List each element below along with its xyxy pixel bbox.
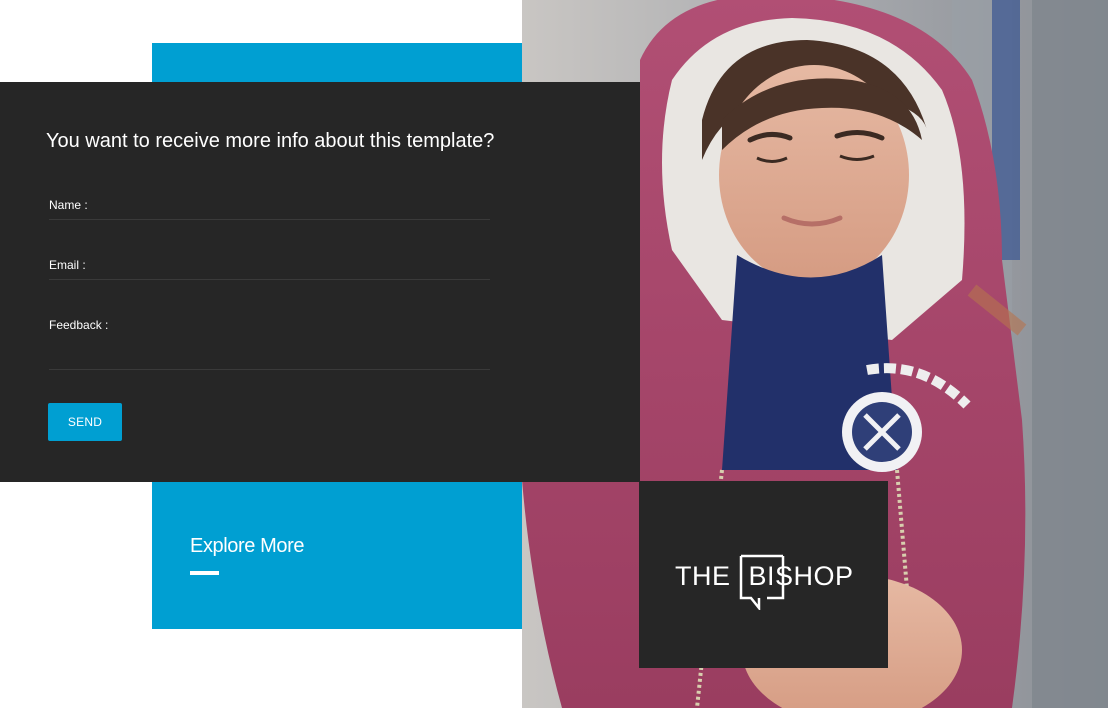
feedback-label: Feedback : (49, 318, 109, 332)
logo-word-bishop: BISHOP (739, 554, 854, 610)
feedback-textarea[interactable] (49, 336, 490, 367)
feedback-field[interactable]: Feedback : (49, 318, 490, 370)
contact-form: You want to receive more info about this… (0, 82, 640, 482)
logo-box: THE BISHOP (639, 481, 888, 668)
send-button[interactable]: SEND (48, 403, 122, 441)
page: Explore More You want to receive more in… (0, 0, 1108, 708)
email-label: Email : (49, 258, 86, 272)
name-input[interactable] (109, 196, 490, 214)
email-input[interactable] (109, 256, 490, 274)
form-title: You want to receive more info about this… (46, 130, 495, 152)
email-field[interactable]: Email : (49, 256, 490, 280)
explore-more-underline (190, 571, 219, 575)
name-field[interactable]: Name : (49, 196, 490, 220)
explore-more-link[interactable]: Explore More (190, 534, 305, 558)
speech-bubble-frame-icon (739, 554, 784, 610)
logo: THE BISHOP (675, 554, 854, 610)
logo-word-the: THE (675, 561, 731, 591)
name-label: Name : (49, 198, 88, 212)
